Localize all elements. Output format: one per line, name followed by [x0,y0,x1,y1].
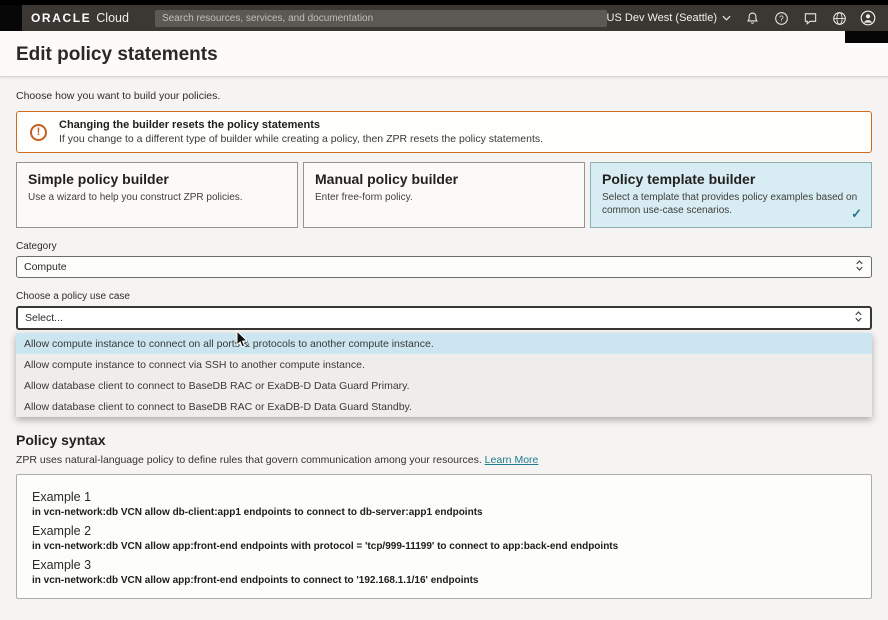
notifications-bell-icon[interactable] [744,10,760,26]
syntax-description-text: ZPR uses natural-language policy to defi… [16,454,482,466]
category-value: Compute [24,261,67,273]
learn-more-link[interactable]: Learn More [485,454,539,466]
page-title: Edit policy statements [16,44,872,66]
check-icon [851,206,862,222]
warning-icon: ! [30,124,47,141]
search-input[interactable] [162,13,600,24]
dropdown-option-3[interactable]: Allow database client to connect to Base… [16,375,872,396]
card-title: Policy template builder [602,171,860,187]
card-policy-template-builder[interactable]: Policy template builder Select a templat… [590,162,872,228]
use-case-select[interactable]: Select... [16,306,872,330]
warning-title: Changing the builder resets the policy s… [59,119,543,131]
help-icon[interactable]: ? [773,10,789,26]
builder-cards: Simple policy builder Use a wizard to he… [16,162,872,228]
card-description: Enter free-form policy. [315,191,573,204]
region-label: US Dev West (Seattle) [607,12,717,24]
oracle-wordmark: ORACLE [31,11,91,25]
main-content: Choose how you want to build your polici… [0,77,888,620]
page-header: Edit policy statements [0,31,888,77]
example-3-label: Example 3 [32,558,856,572]
dropdown-option-1[interactable]: Allow compute instance to connect on all… [16,333,872,354]
svg-text:?: ? [779,14,784,23]
cloud-wordmark: Cloud [96,11,129,25]
feedback-chat-icon[interactable] [802,10,818,26]
card-manual-policy-builder[interactable]: Manual policy builder Enter free-form po… [303,162,585,228]
dropdown-option-4[interactable]: Allow database client to connect to Base… [16,396,872,417]
card-description: Use a wizard to help you construct ZPR p… [28,191,286,204]
example-1-code: in vcn-network:db VCN allow db-client:ap… [32,507,856,518]
category-label: Category [16,241,872,252]
oracle-cloud-console: ORACLE Cloud US Dev West (Seattle) ? [0,0,888,620]
category-select[interactable]: Compute [16,256,872,278]
updown-chevron-icon [854,310,863,326]
policy-examples-box: Example 1 in vcn-network:db VCN allow db… [16,474,872,599]
redaction-box-left [0,5,22,31]
top-navigation-bar: ORACLE Cloud US Dev West (Seattle) ? [0,5,888,31]
intro-text: Choose how you want to build your polici… [16,90,872,102]
global-search[interactable] [155,10,607,27]
warning-message: If you change to a different type of bui… [59,133,543,145]
example-2-label: Example 2 [32,524,856,538]
card-title: Manual policy builder [315,171,573,187]
warning-banner: ! Changing the builder resets the policy… [16,111,872,153]
policy-syntax-description: ZPR uses natural-language policy to defi… [16,454,872,466]
use-case-value: Select... [25,312,63,324]
oracle-cloud-logo[interactable]: ORACLE Cloud [31,11,129,25]
chevron-down-icon [722,12,731,24]
region-selector[interactable]: US Dev West (Seattle) [607,12,731,24]
example-3-code: in vcn-network:db VCN allow app:front-en… [32,575,856,586]
use-case-dropdown: Allow compute instance to connect on all… [16,333,872,417]
header-actions: US Dev West (Seattle) ? [607,10,888,26]
card-description: Select a template that provides policy e… [602,191,860,217]
card-simple-policy-builder[interactable]: Simple policy builder Use a wizard to he… [16,162,298,228]
policy-syntax-heading: Policy syntax [16,432,872,448]
user-avatar-icon[interactable] [860,10,876,26]
example-2-code: in vcn-network:db VCN allow app:front-en… [32,541,856,552]
language-globe-icon[interactable] [831,10,847,26]
warning-text: Changing the builder resets the policy s… [59,119,543,145]
example-1-label: Example 1 [32,490,856,504]
dropdown-option-2[interactable]: Allow compute instance to connect via SS… [16,354,872,375]
updown-chevron-icon [855,259,864,275]
use-case-label: Choose a policy use case [16,291,872,302]
redaction-box-right [845,31,888,43]
card-title: Simple policy builder [28,171,286,187]
